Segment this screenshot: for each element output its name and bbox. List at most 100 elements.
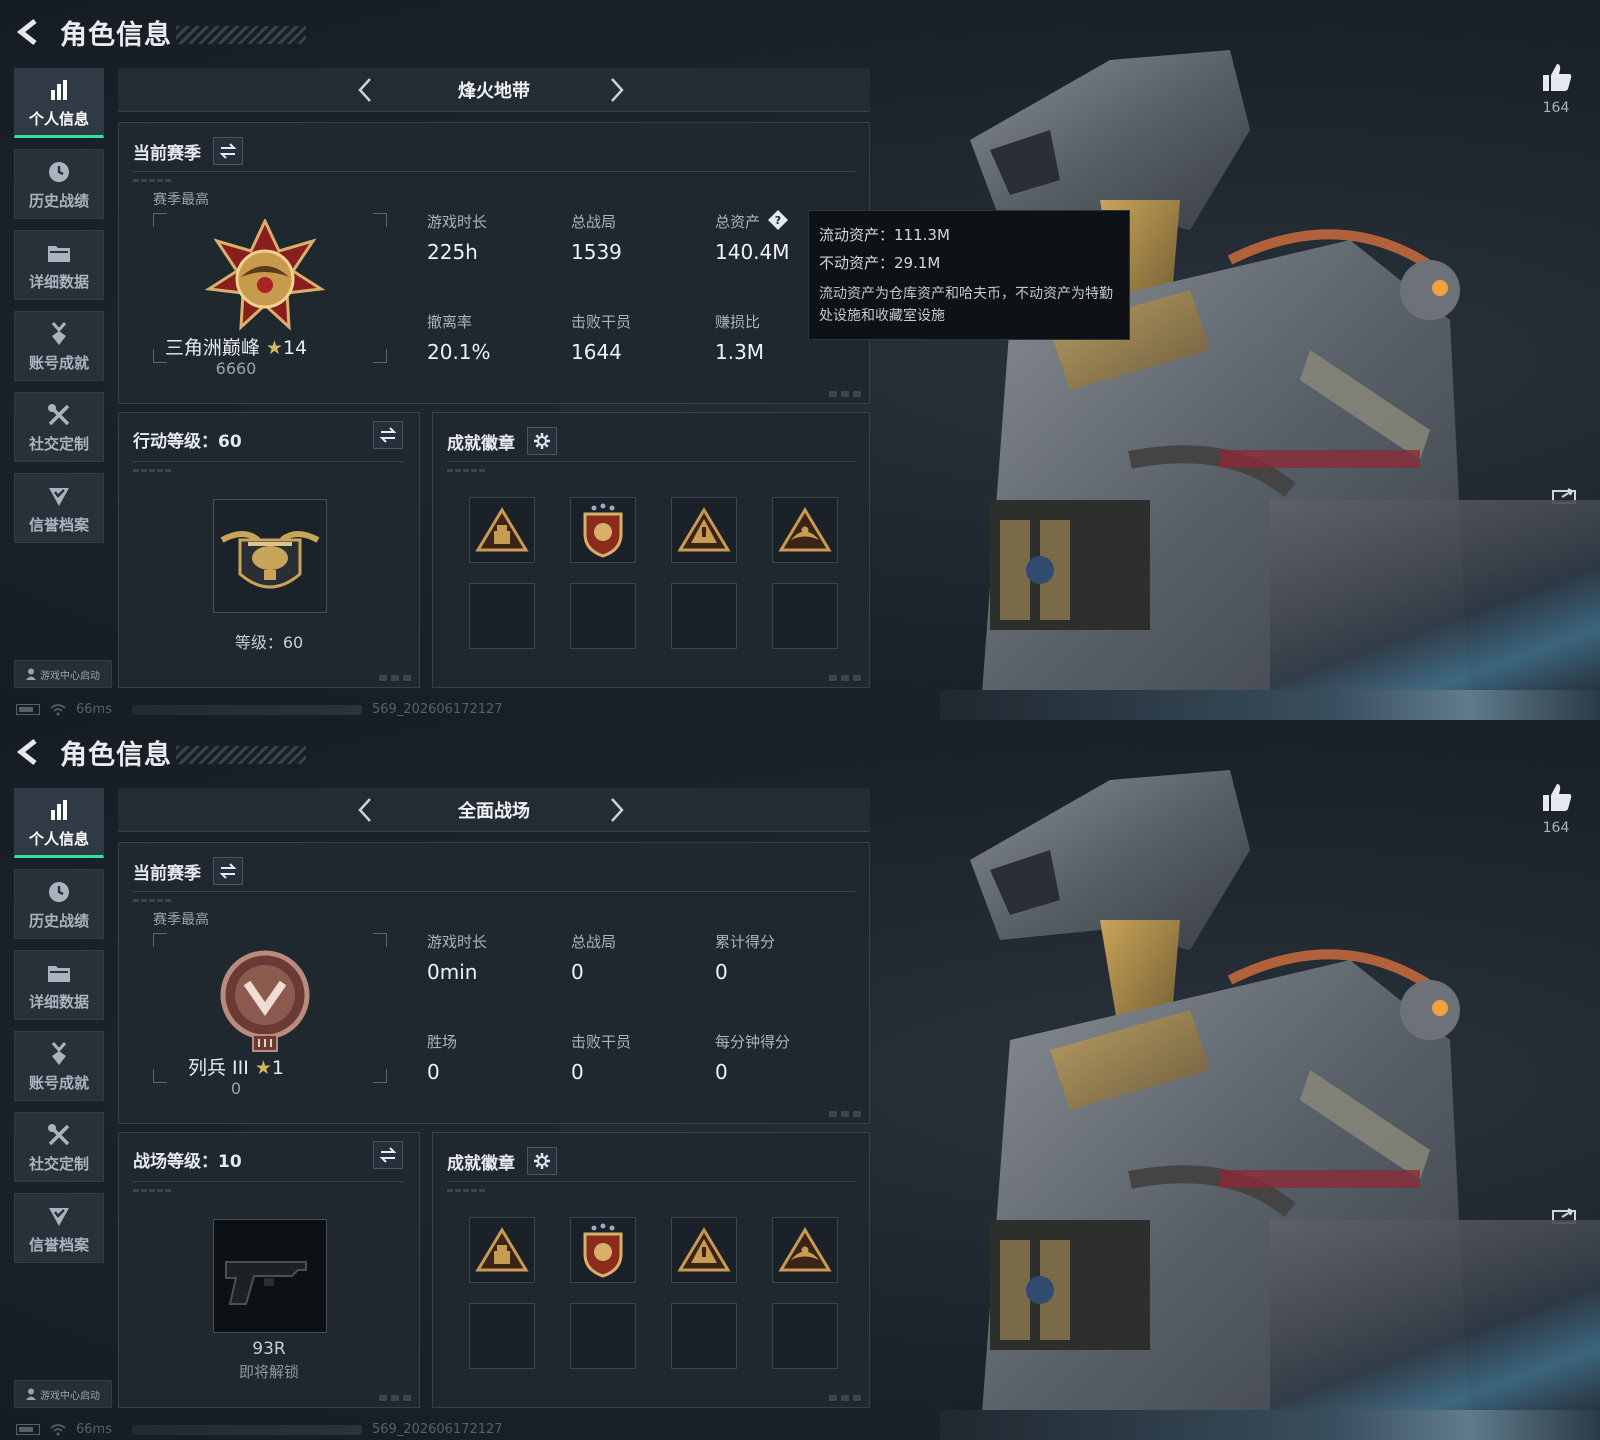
- badge-slot[interactable]: [772, 1217, 838, 1283]
- level-panel: 战场等级：10 93R 即将解锁: [118, 1132, 420, 1408]
- bar-chart-icon: [45, 76, 73, 104]
- sidebar-item[interactable]: 社交定制: [14, 1112, 104, 1182]
- folder-icon: [45, 239, 73, 267]
- sidebar-item-label: 个人信息: [28, 829, 89, 848]
- blurred-id: [131, 1424, 362, 1435]
- level-panel: 行动等级：60 等级：60: [118, 412, 420, 688]
- like-widget[interactable]: 164: [1536, 782, 1576, 836]
- star-icon: ★: [265, 337, 283, 359]
- stat-label: 总战局: [571, 933, 617, 951]
- stat-label: 每分钟得分: [715, 1033, 791, 1051]
- stat-item: 胜场 0: [427, 1031, 457, 1084]
- stat-value: 0: [427, 1060, 440, 1084]
- sidebar-item[interactable]: 账号成就: [14, 311, 104, 381]
- game-center-launch-button[interactable]: 游戏中心启动: [14, 660, 112, 688]
- level-emblem: [213, 1219, 327, 1333]
- folder-icon: [45, 959, 73, 987]
- sidebar-item[interactable]: 个人信息: [14, 788, 104, 858]
- badge-warning-icon: [677, 507, 731, 552]
- stat-value: 1644: [571, 340, 622, 364]
- next-mode-button[interactable]: [602, 76, 630, 104]
- prev-mode-button[interactable]: [352, 76, 380, 104]
- next-mode-button[interactable]: [602, 796, 630, 824]
- sidebar-item-label: 信誉档案: [28, 515, 89, 534]
- blurred-id: [131, 704, 362, 715]
- back-button[interactable]: [14, 16, 42, 48]
- badges-title: 成就徽章: [447, 433, 515, 454]
- bar-chart-icon: [45, 796, 73, 824]
- sidebar-item-label: 历史战绩: [28, 911, 89, 930]
- prev-mode-button[interactable]: [352, 796, 380, 824]
- tools-icon: [45, 1121, 73, 1149]
- stat-item: 击败干员 1644: [571, 311, 631, 364]
- stat-label: 累计得分: [715, 933, 776, 951]
- gear-icon: [534, 433, 550, 449]
- launch-label: 游戏中心启动: [40, 670, 100, 682]
- level-title: 战场等级：10: [133, 1152, 242, 1172]
- sidebar-item[interactable]: 历史战绩: [14, 149, 104, 219]
- sidebar-item-label: 历史战绩: [28, 191, 89, 210]
- sidebar-item[interactable]: 详细数据: [14, 950, 104, 1020]
- badge-settings-button[interactable]: [527, 427, 557, 455]
- badge-slot-empty[interactable]: [671, 1303, 737, 1369]
- like-count: 164: [1542, 820, 1570, 836]
- ping-text: 66ms: [76, 702, 112, 717]
- user-icon: [26, 1388, 36, 1400]
- badge-slot-empty[interactable]: [772, 1303, 838, 1369]
- blurred-area: [1270, 500, 1600, 690]
- help-icon[interactable]: ?: [767, 209, 789, 235]
- level-switch-button[interactable]: [373, 421, 403, 449]
- badge-slot[interactable]: [570, 497, 636, 563]
- back-button[interactable]: [14, 736, 42, 768]
- level-text: 93R: [252, 1339, 286, 1359]
- back-arrow-icon: [16, 19, 37, 45]
- like-widget[interactable]: 164: [1536, 62, 1576, 116]
- stat-value: 225h: [427, 240, 478, 264]
- sidebar-item[interactable]: 详细数据: [14, 230, 104, 300]
- title-stripes: [176, 746, 306, 764]
- rank-star-count: 14: [282, 337, 308, 359]
- sidebar-item[interactable]: 历史战绩: [14, 869, 104, 939]
- badge-slot-empty[interactable]: [469, 583, 535, 649]
- sidebar-item[interactable]: 信誉档案: [14, 1193, 104, 1263]
- badge-settings-button[interactable]: [527, 1147, 557, 1175]
- badge-slot-empty[interactable]: [671, 583, 737, 649]
- badge-slot[interactable]: [671, 1217, 737, 1283]
- badge-slot[interactable]: [772, 497, 838, 563]
- level-subtext: 即将解锁: [238, 1363, 299, 1381]
- badge-slot-empty[interactable]: [570, 583, 636, 649]
- battery-icon: [16, 704, 40, 715]
- sidebar-item-label: 个人信息: [28, 109, 89, 128]
- badge-slot[interactable]: [469, 497, 535, 563]
- season-panel: 当前赛季 赛季最高 三角洲巅峰 ★14 6660 游戏时长 225h 总战局 1539 总…: [118, 122, 870, 404]
- badge-crest-icon: [583, 503, 623, 558]
- badge-triangle-icon: [475, 507, 529, 552]
- level-switch-button[interactable]: [373, 1141, 403, 1169]
- rank-emblem-icon: [205, 939, 325, 1059]
- mode-name: 烽火地带: [458, 80, 530, 102]
- chevron-right-icon: [611, 78, 624, 102]
- badge-slot-empty[interactable]: [772, 583, 838, 649]
- badge-slot-empty[interactable]: [570, 1303, 636, 1369]
- badge-slot[interactable]: [469, 1217, 535, 1283]
- gear-icon: [534, 1153, 550, 1169]
- sidebar-item[interactable]: 账号成就: [14, 1031, 104, 1101]
- svg-text:?: ?: [775, 214, 781, 227]
- wifi-icon: [50, 703, 66, 715]
- stat-value: 1.3M: [715, 340, 765, 364]
- sidebar-item[interactable]: 个人信息: [14, 68, 104, 138]
- rank-star-count: 1: [271, 1057, 284, 1079]
- mode-selector: 烽火地带: [118, 68, 870, 112]
- sidebar-item[interactable]: 社交定制: [14, 392, 104, 462]
- sidebar-item-label: 社交定制: [28, 1154, 89, 1173]
- season-switch-button[interactable]: [213, 137, 243, 165]
- badge-slot[interactable]: [570, 1217, 636, 1283]
- medal-icon: [45, 1040, 73, 1068]
- badge-slot-empty[interactable]: [469, 1303, 535, 1369]
- sidebar-item[interactable]: 信誉档案: [14, 473, 104, 543]
- season-switch-button[interactable]: [213, 857, 243, 885]
- launch-label: 游戏中心启动: [40, 1390, 100, 1402]
- game-center-launch-button[interactable]: 游戏中心启动: [14, 1380, 112, 1408]
- badge-slot[interactable]: [671, 497, 737, 563]
- chevron-right-icon: [611, 798, 624, 822]
